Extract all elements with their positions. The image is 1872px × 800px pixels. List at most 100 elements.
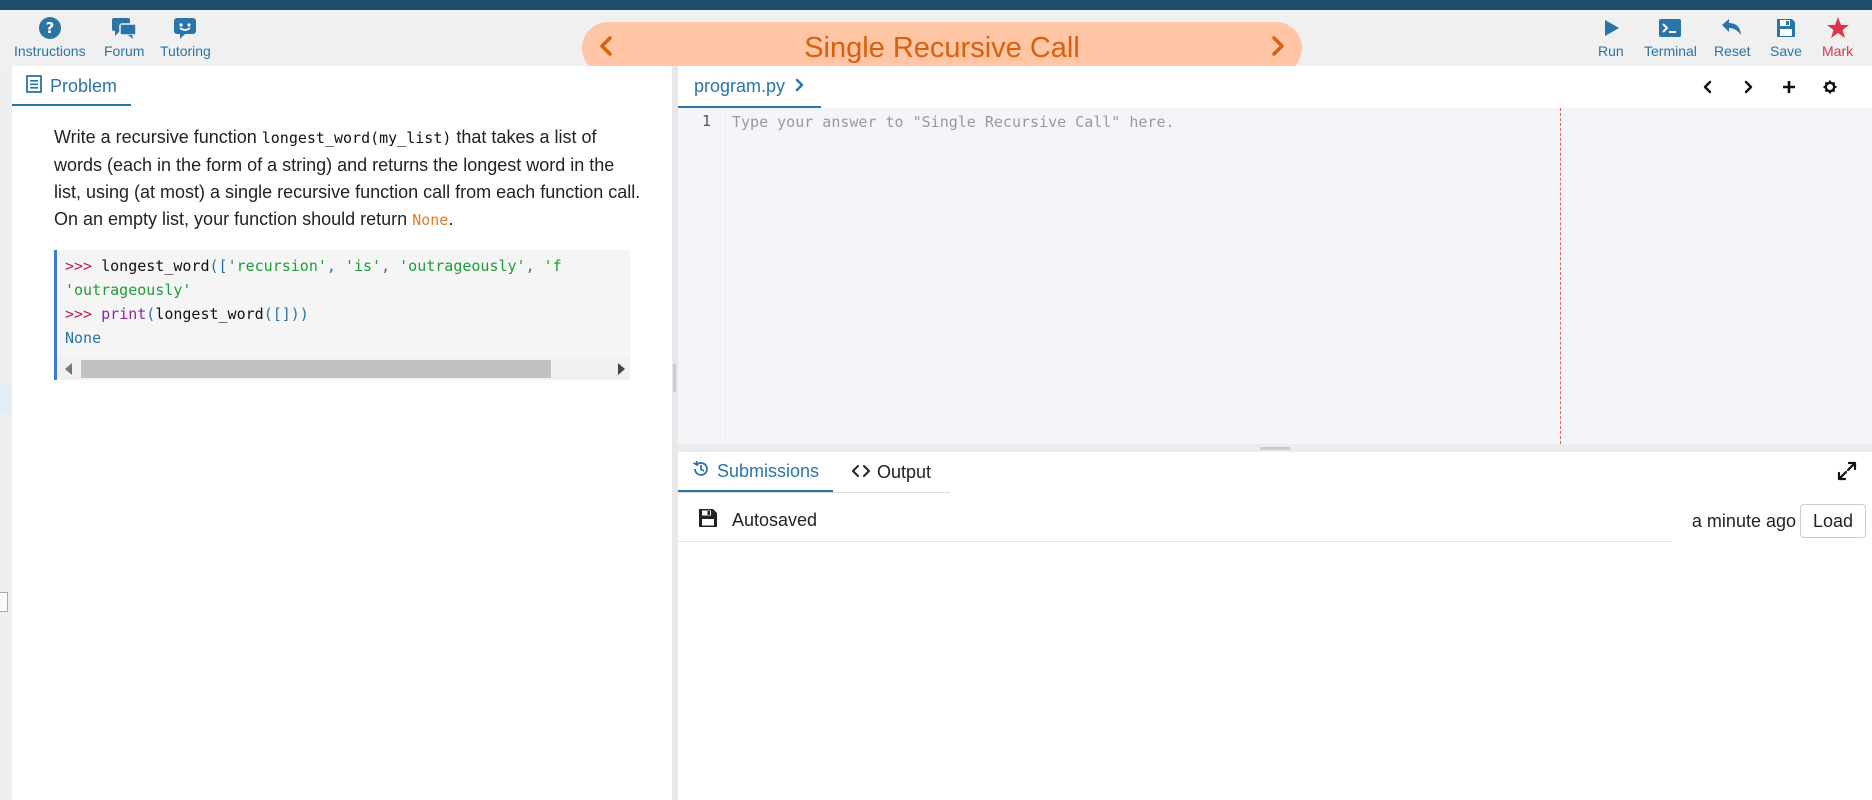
- code-args-2: ([])): [263, 305, 309, 323]
- tab-submissions[interactable]: Submissions: [678, 452, 834, 492]
- none-literal: None: [412, 211, 449, 229]
- chevron-right-icon: [1742, 79, 1754, 98]
- code-str-1: 'recursion': [227, 257, 327, 275]
- reset-button[interactable]: Reset: [1714, 14, 1751, 59]
- history-icon: [692, 460, 710, 483]
- left-edge-gutter: [0, 66, 12, 800]
- terminal-button[interactable]: Terminal: [1644, 14, 1697, 59]
- prev-exercise-button[interactable]: [592, 34, 620, 62]
- run-label: Run: [1598, 43, 1624, 59]
- play-icon: [1601, 14, 1621, 42]
- tab-problem[interactable]: Problem: [12, 68, 132, 106]
- tab-output[interactable]: Output: [838, 452, 945, 492]
- tab-divider: [678, 492, 950, 493]
- gear-icon: [1823, 79, 1837, 98]
- tab-output-label: Output: [877, 461, 932, 482]
- code-output-2: None: [65, 329, 102, 347]
- example-code: >>> longest_word (['recursion', 'is', 'ou…: [65, 257, 562, 347]
- instructions-label: Instructions: [14, 43, 86, 59]
- mark-button[interactable]: Mark: [1822, 14, 1853, 59]
- gutter-highlight: [0, 384, 12, 414]
- code-print: print: [101, 305, 147, 323]
- code-fn-2: longest_word: [155, 305, 264, 323]
- code-horizontal-scrollbar[interactable]: [57, 358, 630, 380]
- reset-label: Reset: [1714, 43, 1751, 59]
- star-icon: [1826, 14, 1850, 42]
- code-str-3: 'outrageously': [399, 257, 526, 275]
- chat-bubbles-icon: [110, 14, 138, 42]
- chevron-left-icon: [1702, 79, 1714, 98]
- scroll-left-icon[interactable]: [65, 363, 72, 375]
- undo-icon: [1720, 14, 1744, 42]
- tab-submissions-label: Submissions: [717, 460, 820, 481]
- terminal-icon: [1658, 14, 1682, 42]
- mark-label: Mark: [1822, 43, 1854, 59]
- code-brackets-icon: [852, 462, 870, 483]
- code-editor[interactable]: 1 Type your answer to "Single Recursive …: [678, 108, 1872, 444]
- prompt-1: >>>: [65, 257, 93, 275]
- code-comma-2: ,: [381, 257, 400, 275]
- plus-icon: [1782, 79, 1796, 98]
- chevron-left-icon: [598, 36, 614, 60]
- add-file-button[interactable]: [1777, 76, 1801, 100]
- example-code-block: >>> longest_word (['recursion', 'is', 'ou…: [54, 250, 630, 380]
- submission-status: Autosaved: [732, 510, 818, 530]
- terminal-label: Terminal: [1644, 43, 1697, 59]
- row-divider: [678, 541, 1672, 542]
- line-number: 1: [701, 112, 711, 130]
- svg-text:?: ?: [45, 19, 54, 37]
- editor-settings-button[interactable]: [1818, 76, 1842, 100]
- instructions-button[interactable]: ? Instructions: [14, 14, 86, 59]
- floppy-icon: [698, 508, 718, 532]
- splitter-grip[interactable]: [673, 364, 676, 392]
- desc-text-3: .: [448, 209, 454, 229]
- next-exercise-button[interactable]: [1264, 34, 1292, 62]
- horizontal-pane-splitter[interactable]: [678, 444, 1872, 452]
- tutor-chat-icon: [172, 14, 198, 42]
- scroll-right-icon[interactable]: [618, 363, 625, 375]
- scrollbar-thumb[interactable]: [81, 360, 551, 378]
- save-label: Save: [1770, 43, 1802, 59]
- chevron-right-icon: [1270, 36, 1286, 60]
- tab-program-py[interactable]: program.py: [678, 66, 822, 108]
- question-circle-icon: ?: [38, 14, 62, 42]
- submission-time: a minute ago: [1691, 511, 1796, 531]
- run-button[interactable]: Run: [1598, 14, 1624, 59]
- code-str-4: 'f: [543, 257, 562, 275]
- tab-problem-label: Problem: [50, 75, 118, 96]
- line-number-gutter: 1: [678, 108, 726, 444]
- problem-panel: Problem Write a recursive function longe…: [12, 66, 672, 800]
- code-comma-1: ,: [326, 257, 345, 275]
- submission-row: Autosaved a minute ago Load: [678, 498, 1872, 542]
- bottom-panel: Submissions Output Autosaved a minute ag…: [678, 452, 1872, 800]
- desc-text-1: Write a recursive function: [54, 127, 262, 147]
- editor-placeholder[interactable]: Type your answer to "Single Recursive Ca…: [732, 113, 1175, 131]
- splitter-grip[interactable]: [1260, 447, 1290, 450]
- editor-header: program.py: [678, 66, 1872, 108]
- top-banner-strip: [0, 0, 1872, 10]
- code-comma-3: ,: [525, 257, 544, 275]
- document-icon: [26, 74, 42, 98]
- top-toolbar: ? Instructions Forum Tutoring Single Rec…: [0, 10, 1872, 74]
- load-button[interactable]: Load: [1799, 504, 1866, 538]
- floppy-icon: [1775, 14, 1797, 42]
- prompt-2: >>>: [65, 305, 93, 323]
- tutoring-label: Tutoring: [160, 43, 211, 59]
- chevron-right-icon: [795, 76, 805, 97]
- code-paren-1: ([: [209, 257, 228, 275]
- print-margin-line: [1560, 108, 1561, 444]
- exercise-title: Single Recursive Call: [804, 31, 1080, 64]
- code-output-1: 'outrageously': [65, 281, 192, 299]
- save-button[interactable]: Save: [1770, 14, 1802, 59]
- forum-button[interactable]: Forum: [104, 14, 144, 59]
- sidebar-toggle-handle[interactable]: [0, 592, 8, 612]
- expand-panel-button[interactable]: [1834, 460, 1860, 486]
- code-str-2: 'is': [344, 257, 382, 275]
- function-signature: longest_word(my_list): [261, 129, 452, 147]
- editor-prev-button[interactable]: [1696, 76, 1720, 100]
- tutoring-button[interactable]: Tutoring: [160, 14, 211, 59]
- file-tab-label: program.py: [694, 75, 786, 96]
- editor-next-button[interactable]: [1736, 76, 1760, 100]
- problem-description: Write a recursive function longest_word(…: [54, 124, 644, 234]
- forum-label: Forum: [104, 43, 145, 59]
